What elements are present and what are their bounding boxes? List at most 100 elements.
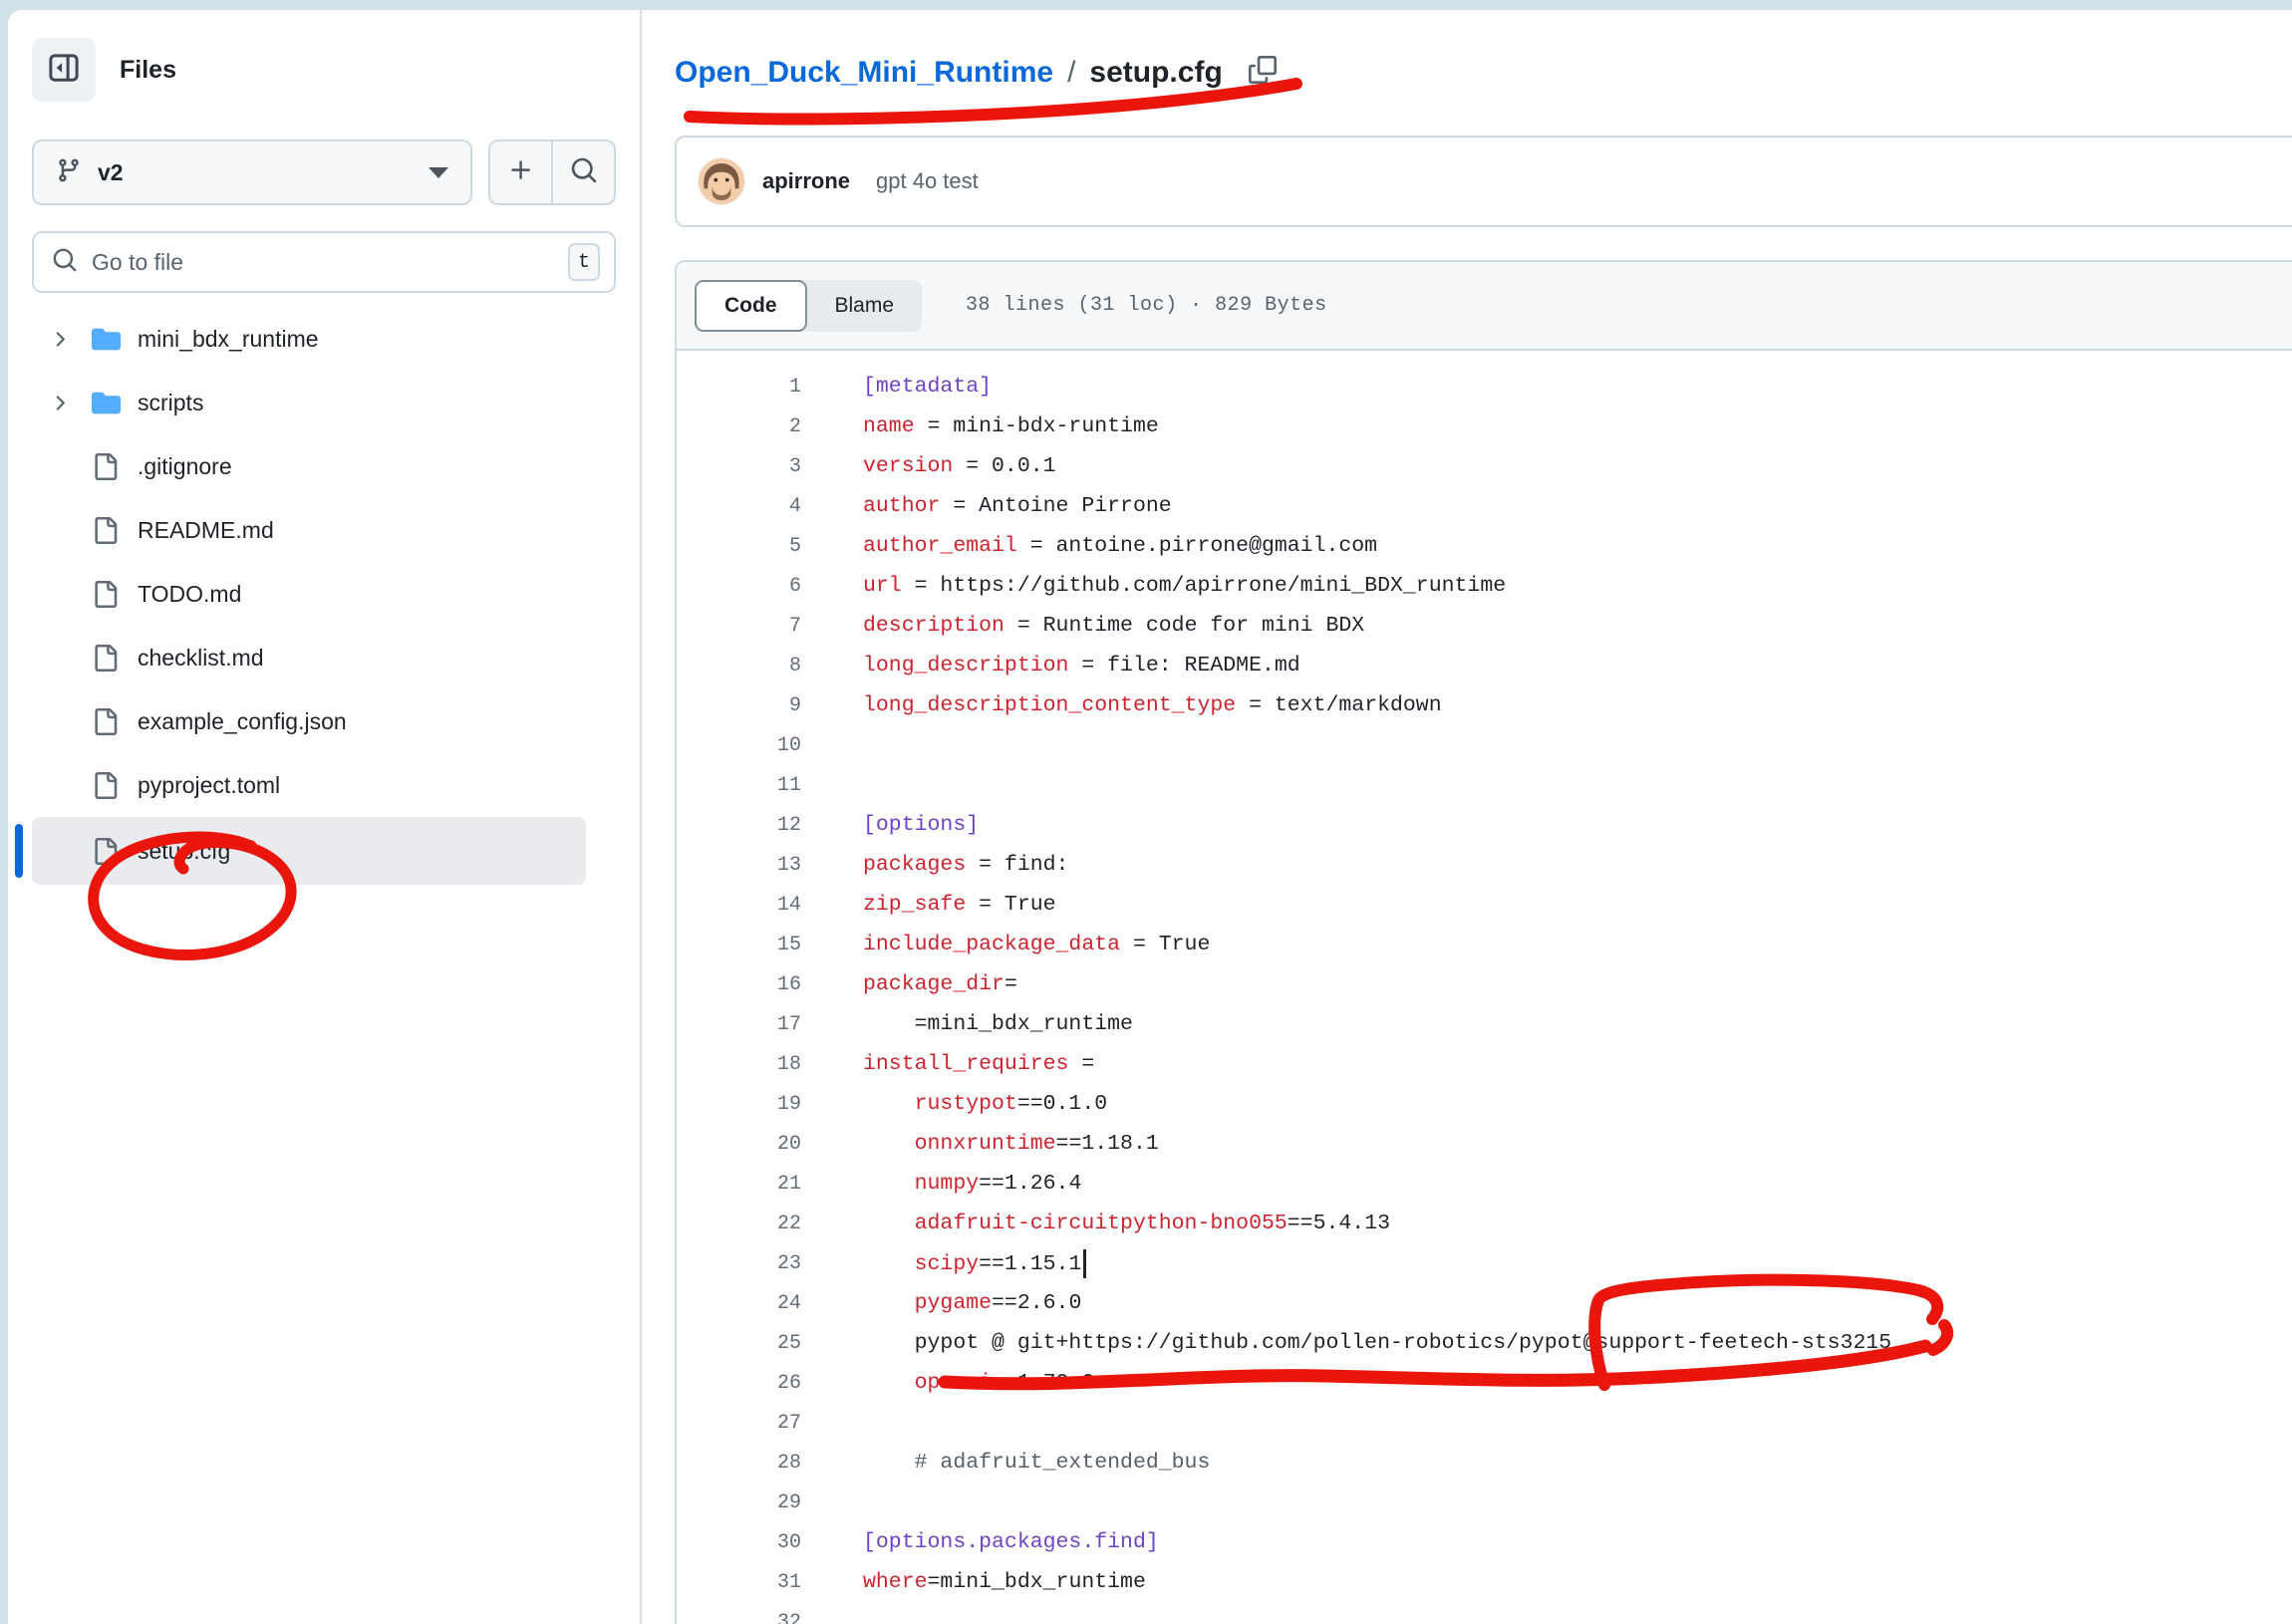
code-line: 27 [677,1403,2292,1443]
line-number[interactable]: 17 [677,1013,801,1036]
line-content: packages = find: [801,853,1068,877]
tab-blame[interactable]: Blame [807,280,923,332]
code-line: 8 long_description = file: README.md [677,646,2292,685]
line-content: openai==1.70.0 [801,1371,1094,1395]
line-number[interactable]: 28 [677,1452,801,1475]
commit-message[interactable]: gpt 4o test [876,168,979,194]
go-to-file-input[interactable]: Go to file t [32,231,616,293]
tree-item-label: scripts [138,390,203,416]
tree-row-scripts[interactable]: scripts [32,371,586,434]
code-line: 9 long_description_content_type = text/m… [677,685,2292,725]
chevron-right-icon[interactable] [48,328,92,351]
chevron-down-icon [429,167,448,178]
line-number[interactable]: 20 [677,1133,801,1156]
line-number[interactable]: 31 [677,1571,801,1594]
line-number[interactable]: 14 [677,894,801,917]
code-line: 17 =mini_bdx_runtime [677,1004,2292,1044]
file-icon [92,772,138,799]
line-content: version = 0.0.1 [801,454,1056,478]
tree-row-setup-cfg[interactable]: setup.cfg [32,817,586,885]
line-number[interactable]: 23 [677,1252,801,1275]
line-content: [options.packages.find] [801,1530,1159,1554]
tab-code[interactable]: Code [695,280,807,332]
code-line: 15 include_package_data = True [677,925,2292,964]
latest-commit-bar: apirrone gpt 4o test [675,135,2292,227]
avatar[interactable] [699,158,744,204]
line-number[interactable]: 5 [677,535,801,558]
search-tree-button[interactable] [551,141,614,203]
line-number[interactable]: 26 [677,1372,801,1395]
line-number[interactable]: 7 [677,615,801,638]
line-content: adafruit-circuitpython-bno055==5.4.13 [801,1212,1390,1235]
code-line: 19 rustypot==0.1.0 [677,1084,2292,1124]
line-number[interactable]: 11 [677,774,801,797]
code-line: 26 openai==1.70.0 [677,1363,2292,1403]
add-file-button[interactable] [490,141,551,203]
line-number[interactable]: 29 [677,1491,801,1514]
tree-row-checklist-md[interactable]: checklist.md [32,626,586,689]
code-line: 31 where=mini_bdx_runtime [677,1562,2292,1602]
line-number[interactable]: 15 [677,934,801,956]
file-icon [92,581,138,608]
code-line: 21 numpy==1.26.4 [677,1164,2292,1204]
file-content-area: Open_Duck_Mini_Runtime / setup.cfg [642,10,2292,1624]
line-content: pygame==2.6.0 [801,1291,1081,1315]
line-number[interactable]: 10 [677,734,801,757]
search-icon [570,156,598,189]
commit-author[interactable]: apirrone [762,168,850,194]
line-content: [metadata] [801,375,992,399]
code-line: 16 package_dir= [677,964,2292,1004]
code-line: 28 # adafruit_extended_bus [677,1443,2292,1483]
code-line: 12 [options] [677,805,2292,845]
line-content: pypot @ git+https://github.com/pollen-ro… [801,1331,1891,1355]
search-icon [52,247,78,278]
line-number[interactable]: 24 [677,1292,801,1315]
line-number[interactable]: 8 [677,655,801,677]
line-number[interactable]: 19 [677,1093,801,1116]
line-number[interactable]: 12 [677,814,801,837]
tree-row-readme-md[interactable]: README.md [32,498,586,562]
line-number[interactable]: 27 [677,1412,801,1435]
tree-row-pyproject-toml[interactable]: pyproject.toml [32,753,586,817]
breadcrumb-repo-link[interactable]: Open_Duck_Mini_Runtime [675,56,1053,90]
copy-path-button[interactable] [1249,56,1277,84]
line-number[interactable]: 30 [677,1531,801,1554]
line-number[interactable]: 16 [677,973,801,996]
line-content: # adafruit_extended_bus [801,1451,1210,1475]
collapse-sidebar-button[interactable] [32,38,96,102]
line-number[interactable]: 3 [677,455,801,478]
line-content: numpy==1.26.4 [801,1172,1081,1196]
tree-row-example-config-json[interactable]: example_config.json [32,689,586,753]
line-number[interactable]: 2 [677,415,801,438]
tree-item-label: TODO.md [138,581,241,608]
branch-selector[interactable]: v2 [32,139,472,205]
line-number[interactable]: 1 [677,376,801,399]
tree-row-todo-md[interactable]: TODO.md [32,562,586,626]
tree-item-label: example_config.json [138,708,347,735]
line-number[interactable]: 4 [677,495,801,518]
code-line: 18 install_requires = [677,1044,2292,1084]
tree-item-label: mini_bdx_runtime [138,326,319,353]
code-line: 11 [677,765,2292,805]
tree-row--gitignore[interactable]: .gitignore [32,434,586,498]
folder-icon [92,389,138,417]
line-number[interactable]: 18 [677,1053,801,1076]
chevron-right-icon[interactable] [48,392,92,414]
line-number[interactable]: 6 [677,575,801,598]
line-number[interactable]: 13 [677,854,801,877]
line-number[interactable]: 32 [677,1611,801,1624]
folder-icon [92,325,138,354]
code-line: 32 [677,1602,2292,1624]
keyboard-shortcut-badge: t [568,243,600,281]
line-content: rustypot==0.1.0 [801,1092,1107,1116]
breadcrumb: Open_Duck_Mini_Runtime / setup.cfg [675,52,2292,94]
tree-row-mini-bdx-runtime[interactable]: mini_bdx_runtime [32,307,586,371]
line-number[interactable]: 22 [677,1213,801,1235]
line-number[interactable]: 21 [677,1173,801,1196]
line-number[interactable]: 25 [677,1332,801,1355]
branch-name: v2 [98,159,413,186]
line-number[interactable]: 9 [677,694,801,717]
line-content: =mini_bdx_runtime [801,1012,1133,1036]
line-content: where=mini_bdx_runtime [801,1570,1146,1594]
line-content: install_requires = [801,1052,1094,1076]
